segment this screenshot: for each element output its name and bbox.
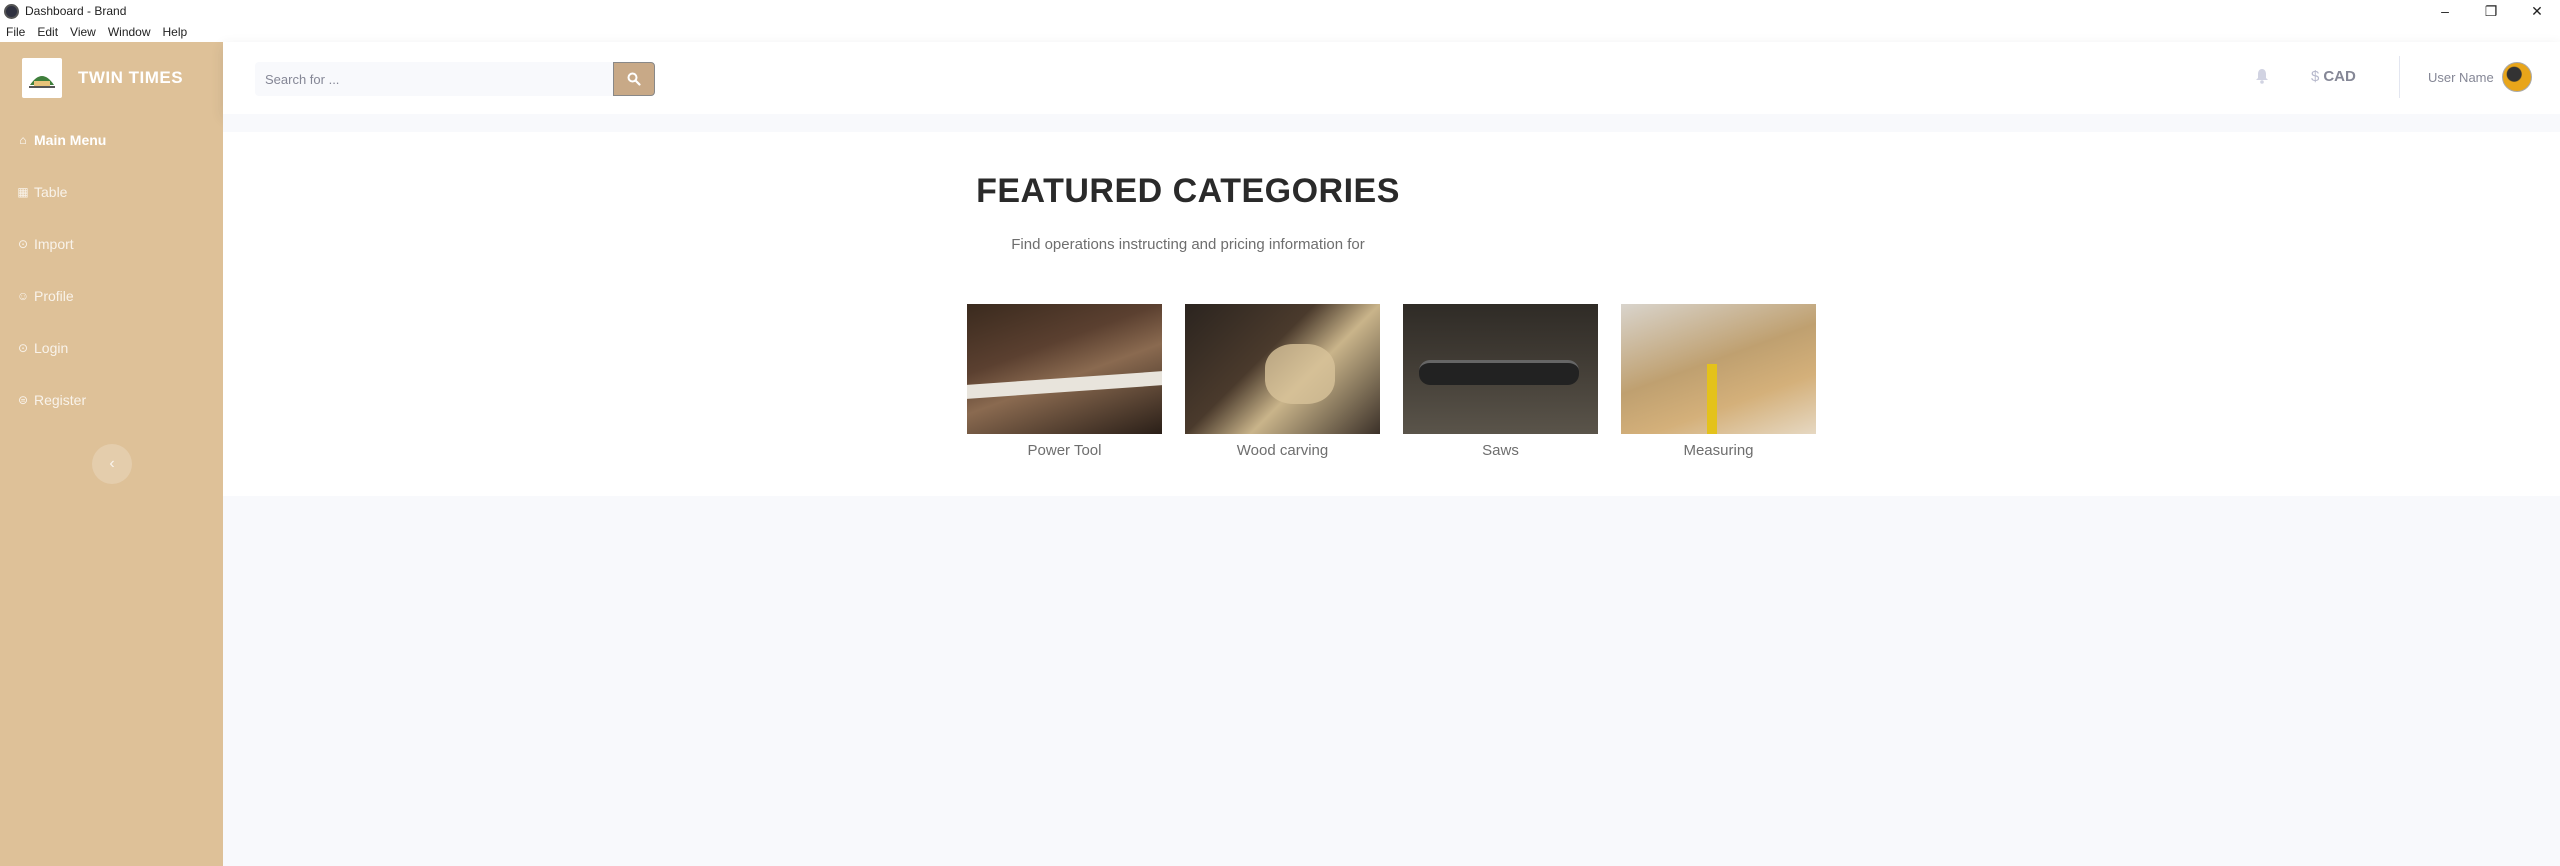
- search-button[interactable]: [613, 62, 655, 96]
- brand[interactable]: TWIN TIMES: [0, 42, 223, 114]
- import-icon: ⊙: [17, 237, 29, 251]
- category-card-wood-carving[interactable]: Wood carving: [1185, 304, 1380, 459]
- sidebar-item-label: Main Menu: [34, 132, 107, 148]
- category-label: Measuring: [1683, 442, 1754, 459]
- home-icon: ⌂: [19, 133, 27, 147]
- brand-logo: [22, 58, 62, 98]
- chevron-left-icon: ‹: [109, 455, 115, 472]
- search-form: [255, 62, 655, 96]
- featured-section: FEATURED CATEGORIES Find operations inst…: [223, 132, 2560, 496]
- wood-carving-image: [1185, 304, 1380, 434]
- category-card-power-tool[interactable]: Power Tool: [967, 304, 1162, 459]
- menu-help[interactable]: Help: [163, 25, 188, 39]
- user-menu[interactable]: User Name: [2428, 62, 2532, 92]
- window-title: Dashboard - Brand: [25, 4, 127, 18]
- category-label: Power Tool: [1027, 442, 1102, 459]
- user-icon: ☺: [16, 289, 30, 303]
- minimize-button[interactable]: –: [2422, 0, 2468, 22]
- main-content: FEATURED CATEGORIES Find operations inst…: [223, 114, 2560, 866]
- power-tool-image: [967, 304, 1162, 434]
- dollar-icon: $: [2311, 68, 2320, 85]
- search-icon: [627, 72, 641, 86]
- menu-file[interactable]: File: [6, 25, 25, 39]
- category-card-saws[interactable]: Saws: [1403, 304, 1598, 459]
- measuring-image: [1621, 304, 1816, 434]
- sidebar-item-label: Table: [34, 184, 68, 200]
- search-input[interactable]: [255, 62, 613, 96]
- login-icon: ⊙: [17, 341, 29, 355]
- sidebar-item-label: Login: [34, 340, 69, 356]
- notifications-button[interactable]: [2255, 68, 2269, 88]
- avatar: [2501, 62, 2532, 92]
- sidebar-item-main-menu[interactable]: ⌂ Main Menu: [0, 114, 223, 166]
- sidebar-item-label: Import: [34, 236, 74, 252]
- user-name: User Name: [2428, 69, 2494, 85]
- menubar: File Edit View Window Help: [0, 22, 2560, 42]
- close-button[interactable]: ✕: [2514, 0, 2560, 22]
- topbar-divider: [2399, 56, 2400, 98]
- table-icon: ▦: [17, 185, 29, 199]
- currency-selector[interactable]: $ CAD: [2311, 68, 2356, 85]
- category-label: Saws: [1482, 442, 1519, 459]
- restore-button[interactable]: ❐: [2468, 0, 2514, 22]
- featured-title: FEATURED CATEGORIES: [976, 172, 1400, 210]
- sidebar-item-register[interactable]: ⊜ Register: [0, 374, 223, 426]
- sidebar-item-profile[interactable]: ☺ Profile: [0, 270, 223, 322]
- category-cards: Power Tool Wood carving Saws Measuring: [967, 304, 1839, 459]
- brand-name: TWIN TIMES: [78, 68, 184, 87]
- sidebar-item-label: Profile: [34, 288, 74, 304]
- sidebar-item-login[interactable]: ⊙ Login: [0, 322, 223, 374]
- sidebar: TWIN TIMES ⌂ Main Menu ▦ Table ⊙ Import …: [0, 42, 223, 866]
- menu-view[interactable]: View: [70, 25, 96, 39]
- featured-subtitle: Find operations instructing and pricing …: [1011, 236, 1365, 253]
- sidebar-item-label: Register: [34, 392, 87, 408]
- topbar: $ CAD User Name: [223, 42, 2560, 114]
- sidebar-nav: ⌂ Main Menu ▦ Table ⊙ Import ☺ Profile ⊙…: [0, 114, 223, 426]
- menu-window[interactable]: Window: [108, 25, 151, 39]
- sidebar-item-table[interactable]: ▦ Table: [0, 166, 223, 218]
- window-titlebar: Dashboard - Brand – ❐ ✕: [0, 0, 2560, 22]
- category-card-measuring[interactable]: Measuring: [1621, 304, 1816, 459]
- window-controls: – ❐ ✕: [2422, 0, 2560, 22]
- register-icon: ⊜: [17, 393, 29, 407]
- app-icon: [4, 3, 19, 19]
- currency-label: CAD: [2323, 68, 2356, 85]
- menu-edit[interactable]: Edit: [37, 25, 58, 39]
- saws-image: [1403, 304, 1598, 434]
- sidebar-toggle-button[interactable]: ‹: [92, 444, 132, 484]
- sidebar-item-import[interactable]: ⊙ Import: [0, 218, 223, 270]
- category-label: Wood carving: [1236, 442, 1329, 459]
- bell-icon: [2256, 69, 2268, 84]
